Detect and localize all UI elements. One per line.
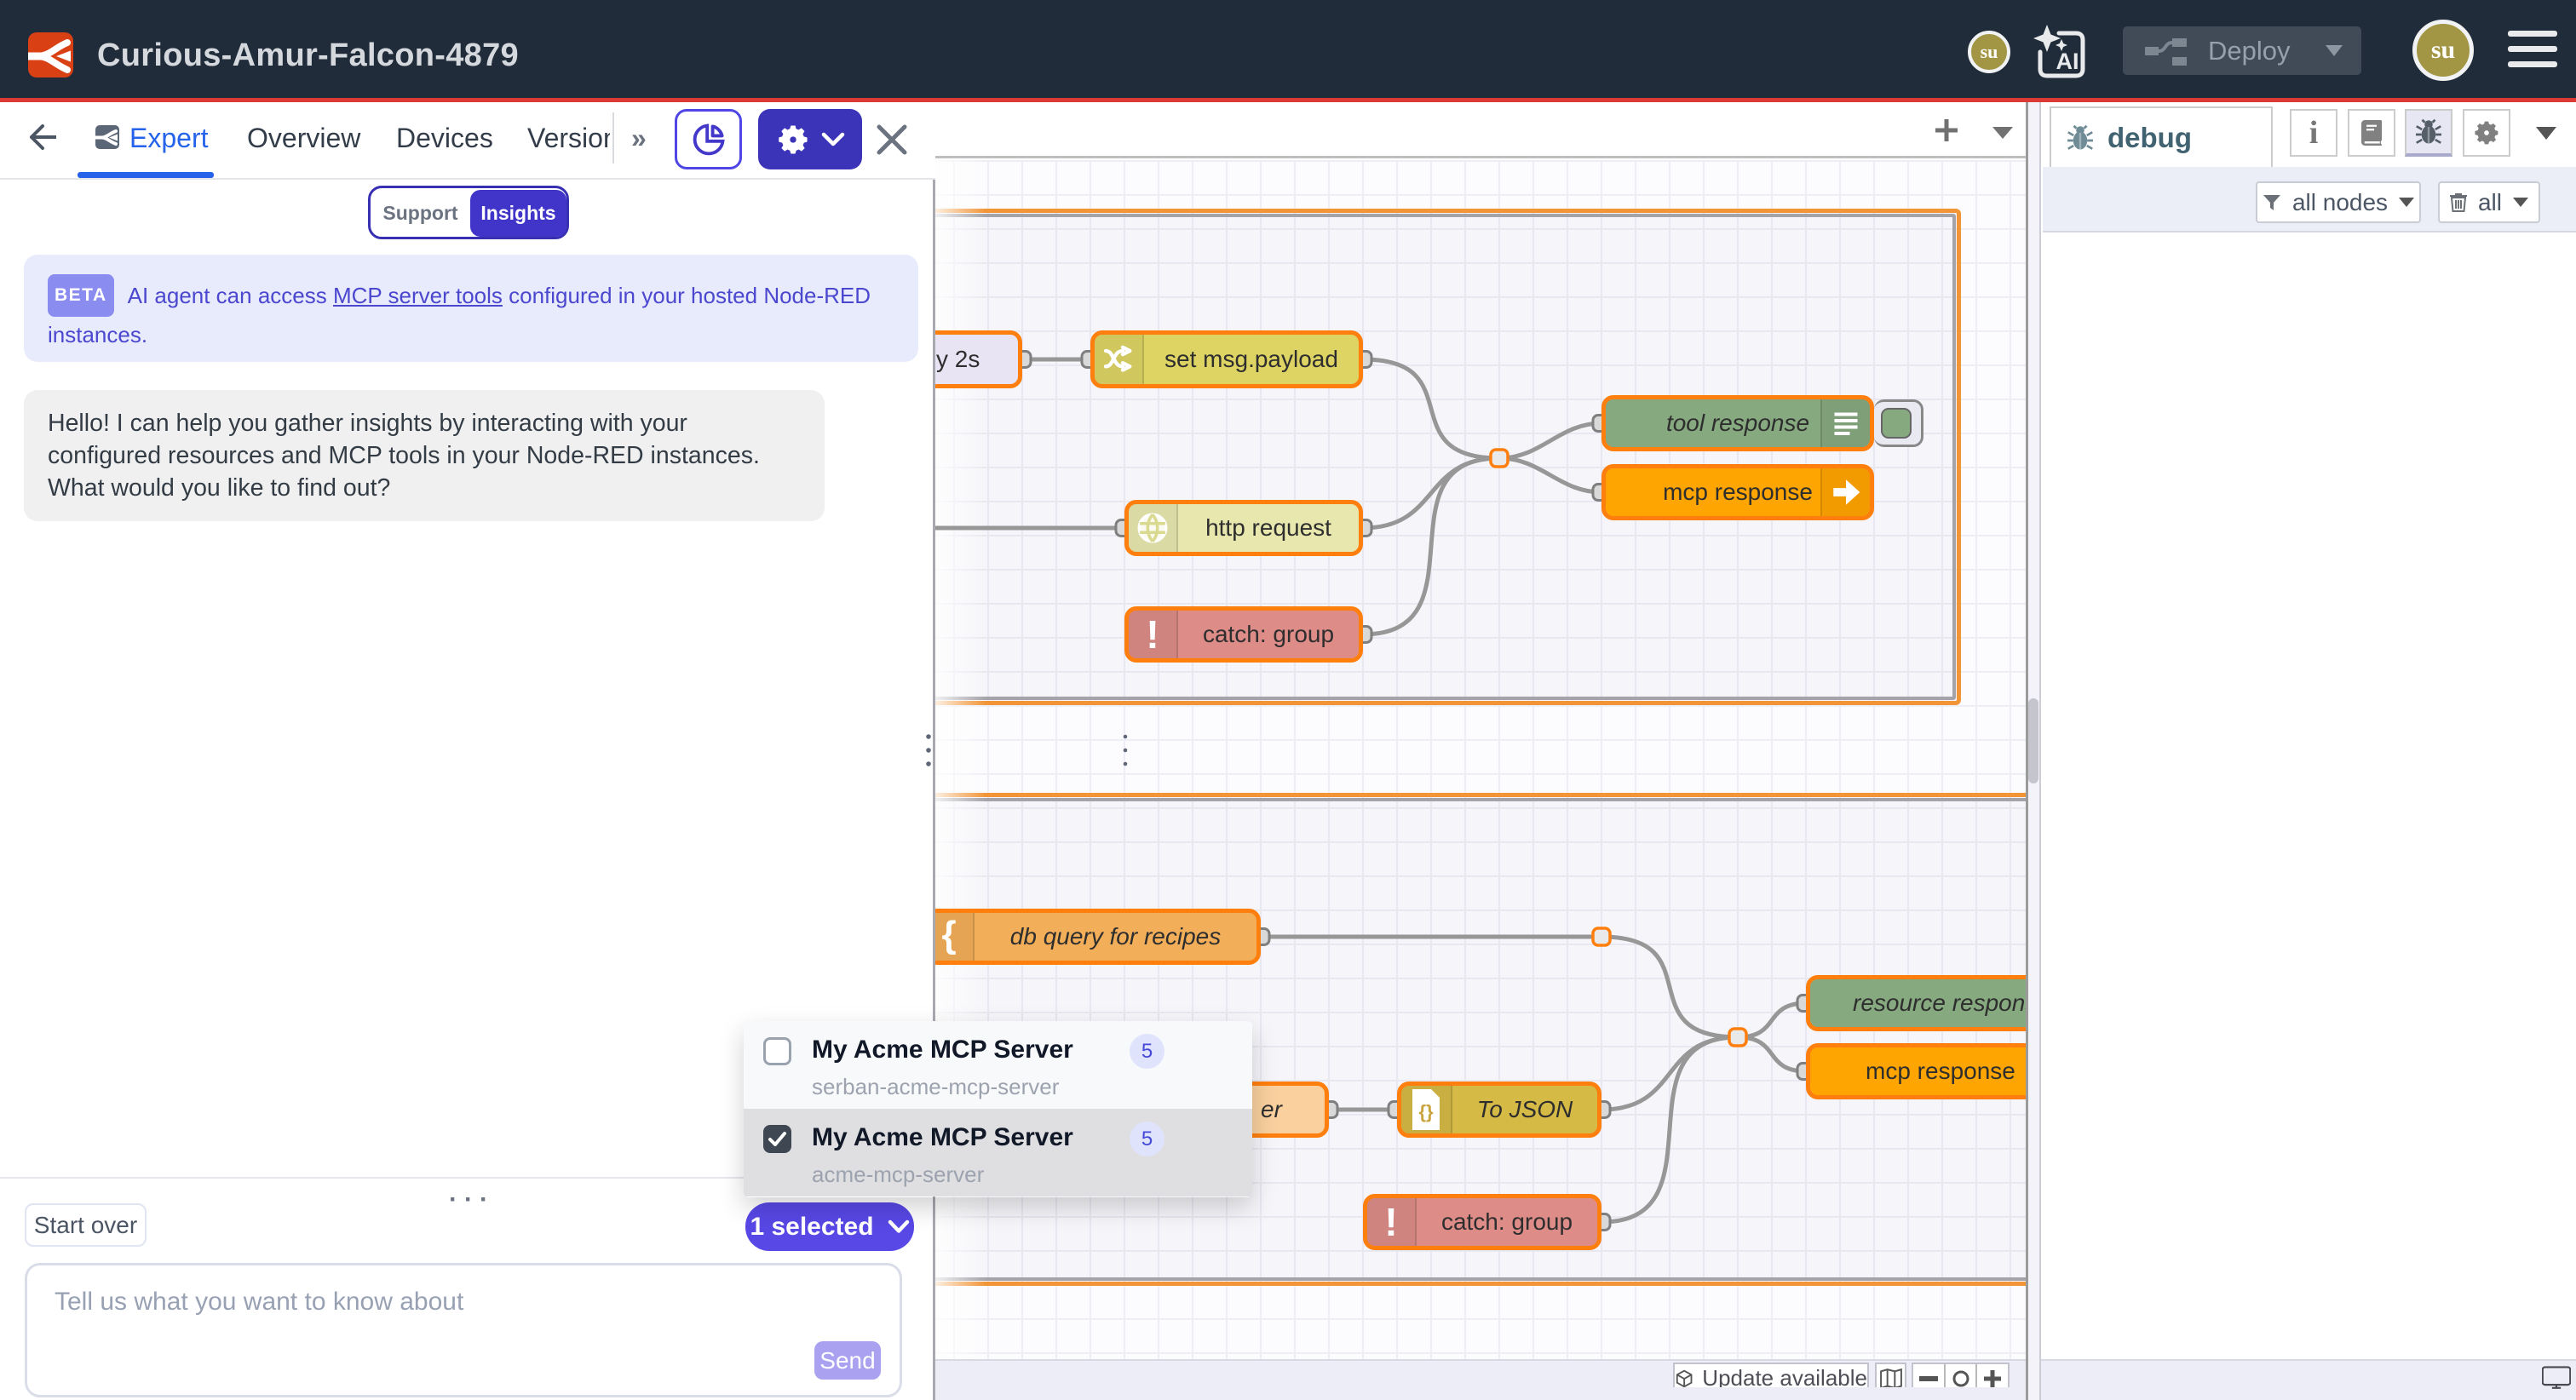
svg-text:{}: {} xyxy=(1418,1101,1434,1122)
svg-text:AI: AI xyxy=(2056,49,2079,74)
